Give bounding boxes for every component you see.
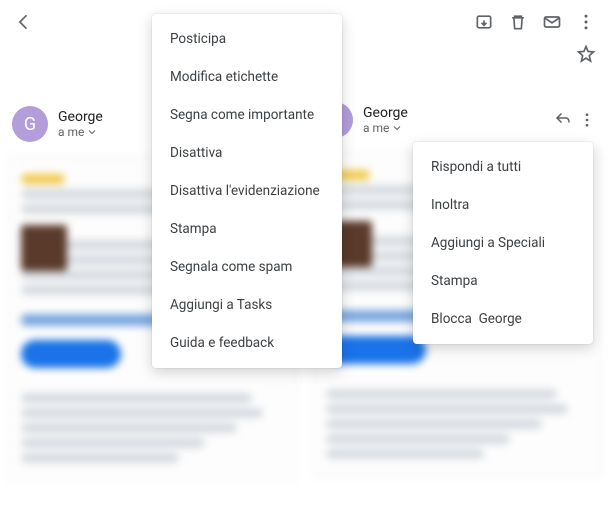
message-overflow-menu: Posticipa Modifica etichette Segna come … [152,14,342,368]
sender-overflow-menu: Rispondi a tutti Inoltra Aggiungi a Spec… [413,142,593,344]
menu-item-help-feedback[interactable]: Guida e feedback [152,324,342,362]
menu-item-print[interactable]: Stampa [413,262,593,300]
chevron-down-icon [391,122,403,134]
back-icon[interactable] [10,8,38,36]
menu-item-snooze[interactable]: Posticipa [152,20,342,58]
menu-item-mark-important[interactable]: Segna come importante [152,96,342,134]
delete-icon[interactable] [504,8,532,36]
mail-icon[interactable] [538,8,566,36]
reply-icon[interactable] [554,109,572,131]
sender-more-icon[interactable] [576,106,598,134]
left-screenshot: G George a me [0,0,305,530]
menu-item-forward[interactable]: Inoltra [413,186,593,224]
right-screenshot: G George a me [305,0,610,530]
menu-item-reply-all[interactable]: Rispondi a tutti [413,148,593,186]
menu-item-mute[interactable]: Disattiva [152,134,342,172]
chevron-down-icon [86,126,98,138]
sender-to[interactable]: a me [363,121,544,135]
menu-item-print[interactable]: Stampa [152,210,342,248]
topbar-right [305,0,610,44]
sender-name: George [363,105,544,121]
menu-item-add-star[interactable]: Aggiungi a Speciali [413,224,593,262]
menu-item-report-spam[interactable]: Segnala come spam [152,248,342,286]
star-icon[interactable] [576,44,596,74]
menu-item-disable-highlight[interactable]: Disattiva l'evidenziazione [152,172,342,210]
more-icon[interactable] [572,8,600,36]
avatar: G [12,106,48,142]
menu-item-block-sender[interactable]: Blocca George [413,300,593,338]
menu-item-change-labels[interactable]: Modifica etichette [152,58,342,96]
star-row [305,44,610,74]
menu-item-add-to-tasks[interactable]: Aggiungi a Tasks [152,286,342,324]
archive-icon[interactable] [470,8,498,36]
